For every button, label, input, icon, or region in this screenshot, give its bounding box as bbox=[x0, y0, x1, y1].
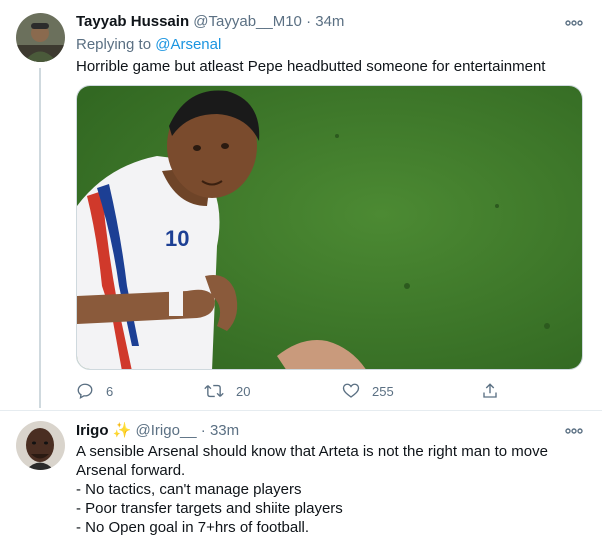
reply-button[interactable]: 6 bbox=[76, 380, 113, 402]
like-icon bbox=[342, 383, 360, 398]
separator: · bbox=[306, 13, 312, 30]
thread-line bbox=[39, 68, 41, 408]
tweet-1[interactable]: Tayyab Hussain @Tayyab__M10 · 34m Replyi… bbox=[0, 0, 602, 410]
more-icon bbox=[565, 20, 583, 26]
media-image: 10 bbox=[77, 86, 582, 369]
reply-count: 6 bbox=[106, 383, 114, 399]
tweet-2[interactable]: Irigo ✨ @Irigo__ · 33m A sensible Arsena… bbox=[0, 411, 602, 536]
like-button[interactable]: 255 bbox=[342, 380, 394, 402]
retweet-count: 20 bbox=[236, 383, 251, 399]
author-name[interactable]: Tayyab Hussain bbox=[76, 13, 189, 30]
avatar-tayyab[interactable] bbox=[16, 13, 65, 62]
tweet-text: A sensible Arsenal should know that Arte… bbox=[76, 442, 586, 537]
tweet-header: Irigo ✨ @Irigo__ · 33m bbox=[76, 421, 239, 439]
avatar-irigo[interactable] bbox=[16, 421, 65, 470]
timestamp[interactable]: 34m bbox=[315, 13, 344, 30]
timestamp[interactable]: 33m bbox=[210, 422, 239, 439]
author-name[interactable]: Irigo bbox=[76, 422, 109, 439]
author-handle[interactable]: @Tayyab__M10 bbox=[193, 13, 302, 30]
tweet-actions: 6 20 255 bbox=[76, 380, 499, 402]
replying-to: Replying to @Arsenal bbox=[76, 36, 221, 53]
retweet-icon bbox=[204, 384, 224, 398]
like-count: 255 bbox=[372, 383, 394, 399]
separator: · bbox=[200, 422, 206, 439]
author-handle[interactable]: @Irigo__ bbox=[136, 422, 197, 439]
more-options-button[interactable] bbox=[564, 424, 584, 438]
more-options-button[interactable] bbox=[564, 16, 584, 30]
sparkles-icon: ✨ bbox=[112, 422, 132, 439]
tweet-text-line: - Poor transfer targets and shiite playe… bbox=[76, 500, 343, 517]
tweet-text-line: - No Open goal in 7+hrs of football. bbox=[76, 519, 310, 536]
tweet-text-line: - No tactics, can't manage players bbox=[76, 481, 302, 498]
tweet-text-line: Arsenal forward. bbox=[76, 462, 186, 479]
share-icon bbox=[483, 383, 497, 398]
tweet-media[interactable]: 10 bbox=[76, 85, 583, 370]
jersey-number: 10 bbox=[165, 226, 189, 251]
tweet-text-line: A sensible Arsenal should know that Arte… bbox=[76, 443, 548, 460]
tweet-header: Tayyab Hussain @Tayyab__M10 · 34m bbox=[76, 13, 344, 30]
tweet-text: Horrible game but atleast Pepe headbutte… bbox=[76, 58, 546, 75]
replying-prefix: Replying to bbox=[76, 36, 156, 53]
replying-to-link[interactable]: @Arsenal bbox=[155, 36, 221, 53]
share-button[interactable] bbox=[481, 380, 499, 402]
retweet-button[interactable]: 20 bbox=[204, 380, 250, 402]
reply-icon bbox=[77, 383, 93, 400]
more-icon bbox=[565, 428, 583, 434]
